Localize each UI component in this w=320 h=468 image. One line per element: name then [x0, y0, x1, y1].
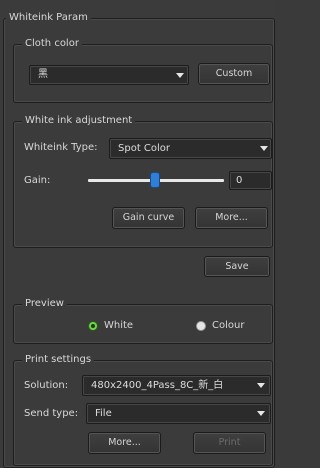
- white-radio-label: White: [104, 320, 134, 331]
- cloth-color-legend: Cloth color: [22, 38, 82, 50]
- send-type-label: Send type:: [24, 408, 79, 419]
- solution-select[interactable]: 480x2400_4Pass_8C_新_白: [82, 375, 271, 396]
- cloth-color-select[interactable]: 黑: [29, 65, 189, 85]
- colour-radio-label: Colour: [212, 320, 245, 331]
- chevron-down-icon: [257, 411, 265, 416]
- whiteink-type-value: Spot Color: [118, 143, 171, 154]
- gain-value: 0: [236, 175, 243, 186]
- print-settings-legend: Print settings: [22, 354, 95, 366]
- custom-button[interactable]: Custom: [198, 63, 270, 85]
- preview-legend: Preview: [22, 298, 67, 310]
- white-ink-adjustment-legend: White ink adjustment: [22, 115, 136, 127]
- save-button[interactable]: Save: [204, 256, 270, 277]
- print-more-button[interactable]: More...: [88, 432, 161, 454]
- chevron-down-icon: [176, 73, 184, 78]
- chevron-down-icon: [260, 146, 268, 151]
- gain-label: Gain:: [24, 175, 51, 186]
- send-type-value: File: [95, 408, 112, 419]
- gain-value-input[interactable]: 0: [229, 171, 272, 190]
- whiteink-param-panel: Whiteink Param Cloth color 黑 Custom Whit…: [0, 0, 275, 468]
- gain-curve-button[interactable]: Gain curve: [112, 207, 185, 229]
- cloth-color-value: 黑: [38, 69, 48, 80]
- gain-slider-handle[interactable]: [151, 173, 159, 187]
- white-radio[interactable]: [88, 321, 98, 331]
- more-button[interactable]: More...: [195, 207, 268, 229]
- solution-value: 480x2400_4Pass_8C_新_白: [91, 380, 224, 391]
- print-button[interactable]: Print: [193, 432, 266, 454]
- colour-radio[interactable]: [196, 321, 206, 331]
- whiteink-type-label: Whiteink Type:: [24, 142, 98, 153]
- solution-label: Solution:: [24, 380, 69, 391]
- window-title: Whiteink Param: [6, 12, 91, 24]
- chevron-down-icon: [257, 383, 265, 388]
- whiteink-type-select[interactable]: Spot Color: [109, 138, 272, 159]
- send-type-select[interactable]: File: [86, 403, 271, 424]
